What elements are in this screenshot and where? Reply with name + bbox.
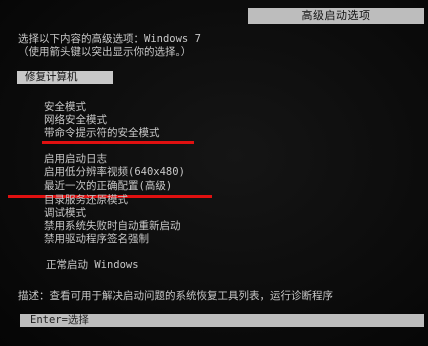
boot-options-screen: 高级启动选项 选择以下内容的高级选项：Windows 7 （使用箭头键以突出显示…: [0, 0, 428, 346]
option-last-known-good[interactable]: 最近一次的正确配置(高级): [44, 180, 172, 193]
intro-text: 选择以下内容的高级选项：Windows 7: [18, 33, 201, 45]
option-debugging-mode[interactable]: 调试模式: [44, 207, 86, 220]
option-low-resolution-video[interactable]: 启用低分辨率视频(640x480): [44, 166, 185, 179]
screen-title: 高级启动选项: [248, 8, 424, 24]
option-safe-mode-command-prompt[interactable]: 带命令提示符的安全模式: [44, 127, 160, 140]
option-directory-services-restore[interactable]: 目录服务还原模式: [44, 194, 128, 207]
option-start-normally[interactable]: 正常启动 Windows: [46, 259, 139, 272]
description-text: 描述：查看可用于解决启动问题的系统恢复工具列表，运行诊断程序: [18, 290, 333, 302]
option-safe-mode[interactable]: 安全模式: [44, 101, 86, 114]
key-hint: Enter=选择: [30, 314, 89, 326]
repair-computer-option[interactable]: 修复计算机: [17, 71, 113, 84]
option-disable-driver-signature[interactable]: 禁用驱动程序签名强制: [44, 233, 149, 246]
option-disable-auto-restart[interactable]: 禁用系统失败时自动重新启动: [44, 220, 181, 233]
instruction-text: （使用箭头键以突出显示你的选择。）: [18, 46, 192, 58]
annotation-underline: [42, 141, 194, 144]
option-safe-mode-networking[interactable]: 网络安全模式: [44, 114, 107, 127]
footer-bar: Enter=选择: [20, 314, 424, 327]
option-boot-logging[interactable]: 启用启动日志: [44, 153, 107, 166]
